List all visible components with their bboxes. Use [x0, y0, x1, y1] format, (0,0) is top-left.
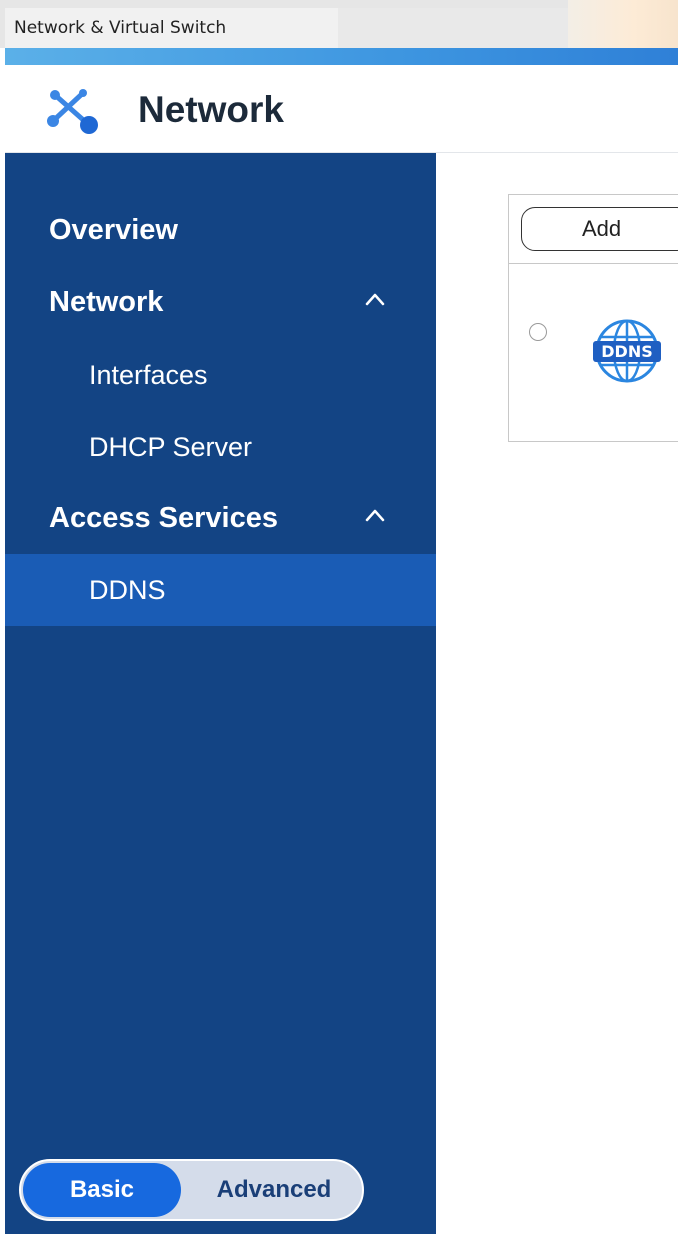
app-header: Network — [5, 65, 678, 153]
titlebar-background — [338, 8, 568, 48]
ddns-globe-icon: DDNS — [593, 319, 661, 383]
window-title: Network & Virtual Switch — [14, 18, 227, 38]
row-select-radio[interactable] — [529, 323, 547, 341]
panel-toolbar: Add — [509, 195, 678, 264]
sidebar-item-dhcp-server[interactable]: DHCP Server — [5, 411, 436, 483]
ddns-list-panel: Add DDNS — [508, 194, 678, 442]
sidebar-item-overview[interactable]: Overview — [5, 194, 436, 266]
accent-strip — [5, 48, 678, 65]
sidebar: Overview Network Interfaces DHCP Server … — [5, 153, 436, 1234]
sidebar-item-label: Interfaces — [89, 359, 208, 390]
sidebar-item-label: DDNS — [89, 574, 166, 605]
advanced-mode-button[interactable]: Advanced — [189, 1163, 359, 1217]
sidebar-item-ddns[interactable]: DDNS — [5, 554, 436, 626]
chevron-up-icon[interactable] — [365, 508, 385, 522]
sidebar-item-label: DHCP Server — [89, 431, 253, 462]
sidebar-item-label: Overview — [49, 213, 178, 246]
network-node-icon — [47, 89, 98, 134]
ddns-icon-label: DDNS — [601, 342, 652, 361]
sidebar-item-interfaces[interactable]: Interfaces — [5, 339, 436, 411]
mode-toggle: Basic Advanced — [19, 1159, 364, 1221]
basic-mode-button[interactable]: Basic — [23, 1163, 181, 1217]
titlebar-background-accent — [568, 0, 678, 48]
sidebar-item-network[interactable]: Network — [5, 266, 436, 338]
sidebar-item-access-services[interactable]: Access Services — [5, 482, 436, 554]
window-titlebar: Network & Virtual Switch — [0, 0, 678, 48]
chevron-up-icon[interactable] — [365, 292, 385, 306]
add-button[interactable]: Add — [521, 207, 678, 251]
sidebar-item-label: Access Services — [49, 501, 278, 534]
sidebar-item-label: Network — [49, 285, 164, 318]
app-title: Network — [138, 89, 284, 130]
